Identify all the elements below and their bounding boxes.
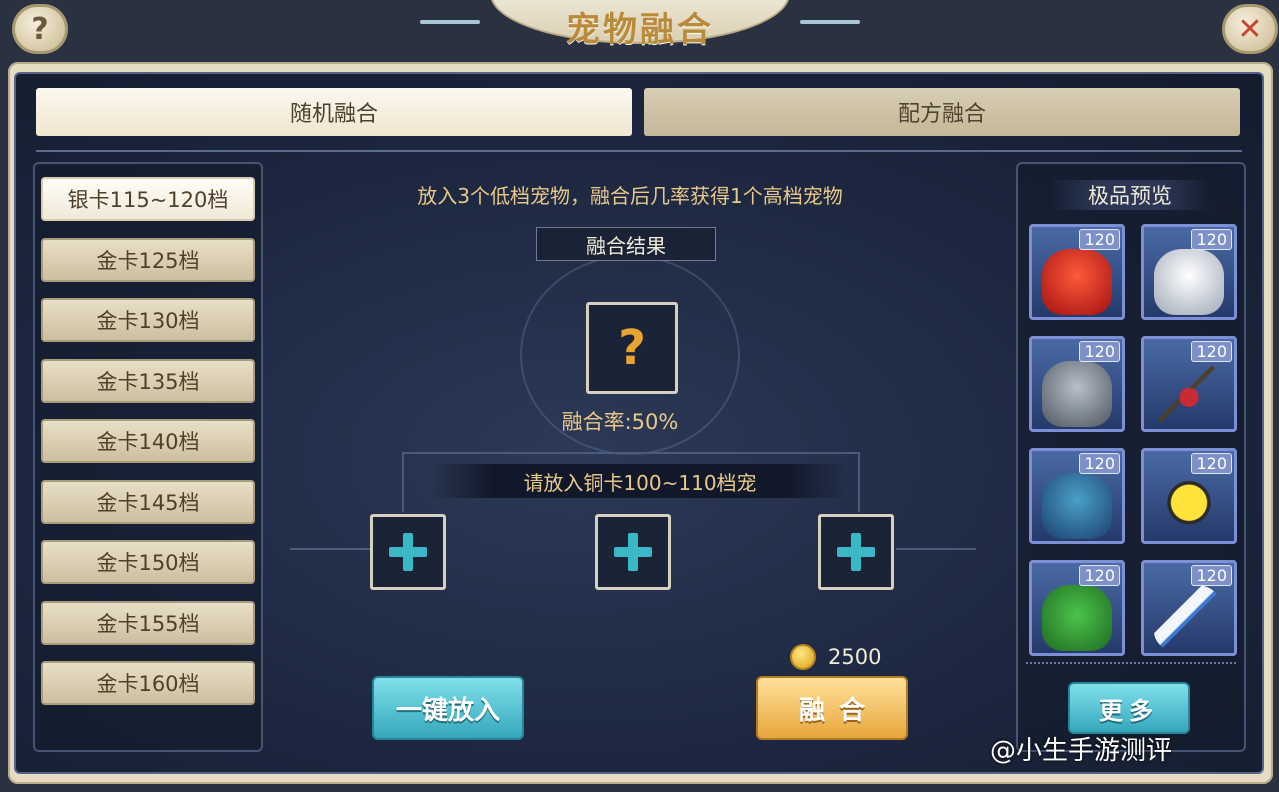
preview-pet-card[interactable]: 120	[1029, 560, 1125, 656]
preview-pet-card[interactable]: 120	[1029, 224, 1125, 320]
question-mark-icon: ?	[618, 320, 646, 376]
help-button[interactable]: ?	[12, 4, 68, 54]
fusion-result-label: 融合结果	[536, 227, 716, 261]
put-pet-instruction: 请放入铜卡100~110档宠	[430, 464, 850, 498]
auto-fill-button[interactable]: 一键放入	[372, 676, 524, 740]
connector-line-left	[402, 452, 404, 512]
tab-random-fusion[interactable]: 随机融合	[36, 88, 632, 136]
plus-icon	[837, 533, 875, 571]
pet-level-badge: 120	[1191, 341, 1232, 362]
pet-level-badge: 120	[1079, 565, 1120, 586]
question-icon: ?	[31, 11, 49, 47]
pet-slot-2[interactable]	[595, 514, 671, 590]
stone-golem-icon	[1042, 361, 1112, 427]
watermark: @小生手游测评	[990, 736, 1173, 766]
grade-item-gold-135[interactable]: 金卡135档	[41, 359, 255, 403]
grade-item-gold-130[interactable]: 金卡130档	[41, 298, 255, 342]
preview-pet-card[interactable]: 120	[1029, 448, 1125, 544]
grade-item-gold-145[interactable]: 金卡145档	[41, 480, 255, 524]
preview-title: 极品预览	[1050, 180, 1210, 210]
gold-coin-icon	[790, 644, 816, 670]
tab-recipe-fusion[interactable]: 配方融合	[644, 88, 1240, 136]
grade-item-gold-125[interactable]: 金卡125档	[41, 238, 255, 282]
blade-icon	[1154, 585, 1224, 651]
title-plate: 宠物融合	[490, 0, 790, 50]
title-wing-right	[800, 20, 860, 24]
preview-pet-card[interactable]: 120	[1141, 224, 1237, 320]
pet-level-badge: 120	[1191, 453, 1232, 474]
pet-level-badge: 120	[1079, 453, 1120, 474]
pet-level-badge: 120	[1191, 229, 1232, 250]
more-button[interactable]: 更多	[1068, 682, 1190, 734]
grade-item-gold-155[interactable]: 金卡155档	[41, 601, 255, 645]
connector-line	[402, 452, 860, 454]
grade-item-gold-150[interactable]: 金卡150档	[41, 540, 255, 584]
pet-level-badge: 120	[1079, 229, 1120, 250]
masked-insect-icon	[1154, 361, 1224, 427]
fusion-rate: 融合率:50%	[561, 410, 679, 434]
tab-divider	[36, 150, 1242, 152]
fusion-hint: 放入3个低档宠物，融合后几率获得1个高档宠物	[417, 184, 843, 208]
preview-divider	[1026, 662, 1236, 664]
preview-pet-card[interactable]: 120	[1141, 560, 1237, 656]
fuse-button[interactable]: 融合	[756, 676, 908, 740]
pet-slot-1[interactable]	[370, 514, 446, 590]
blue-demon-icon	[1042, 473, 1112, 539]
fusion-cost: 2500	[828, 645, 882, 669]
grade-item-silver-115-120[interactable]: 银卡115~120档	[41, 177, 255, 221]
flourish-right	[896, 548, 976, 550]
plus-icon	[614, 533, 652, 571]
red-beast-icon	[1042, 249, 1112, 315]
plus-icon	[389, 533, 427, 571]
grade-item-gold-160[interactable]: 金卡160档	[41, 661, 255, 705]
flourish-left	[290, 548, 370, 550]
window-title: 宠物融合	[566, 10, 714, 50]
white-beast-icon	[1154, 249, 1224, 315]
grade-item-gold-140[interactable]: 金卡140档	[41, 419, 255, 463]
cactus-icon	[1042, 585, 1112, 651]
close-icon: ✕	[1237, 11, 1263, 47]
pet-level-badge: 120	[1191, 565, 1232, 586]
preview-pet-card[interactable]: 120	[1141, 448, 1237, 544]
yellow-spider-icon	[1154, 473, 1224, 539]
title-wing-left	[420, 20, 480, 24]
close-button[interactable]: ✕	[1222, 4, 1278, 54]
pet-slot-3[interactable]	[818, 514, 894, 590]
connector-line-right	[858, 452, 860, 512]
preview-pet-card[interactable]: 120	[1029, 336, 1125, 432]
preview-pet-card[interactable]: 120	[1141, 336, 1237, 432]
fusion-result-slot: ?	[586, 302, 678, 394]
pet-level-badge: 120	[1079, 341, 1120, 362]
